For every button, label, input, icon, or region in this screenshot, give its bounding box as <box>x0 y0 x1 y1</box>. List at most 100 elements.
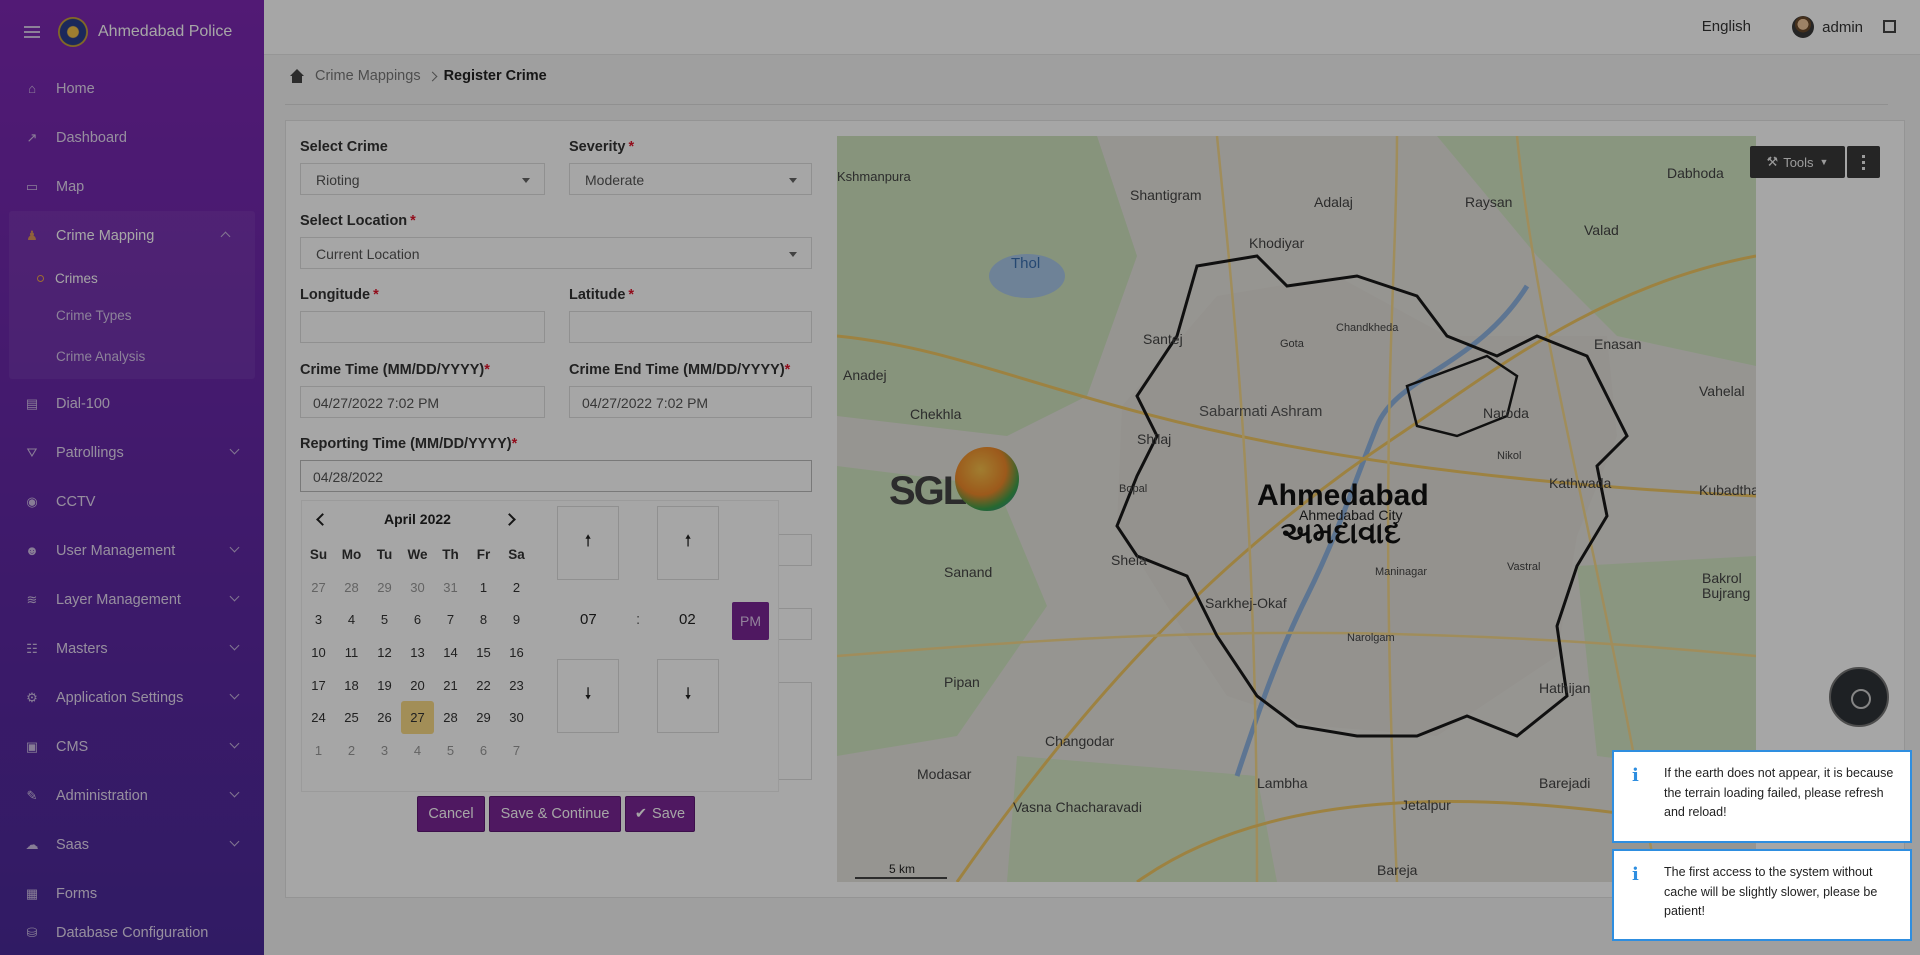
crime-end-time-input[interactable]: 04/27/2022 7:02 PM <box>569 386 812 418</box>
calendar-day[interactable]: 2 <box>500 571 533 604</box>
sidebar-item-home[interactable]: ⌂ Home <box>0 64 264 113</box>
sidebar-item-dial-100[interactable]: ▤ Dial-100 <box>0 379 264 428</box>
sidebar-item-cctv[interactable]: ◉ CCTV <box>0 477 264 526</box>
calendar-day[interactable]: 13 <box>401 636 434 669</box>
calendar-day[interactable]: 1 <box>302 734 335 767</box>
calendar-day[interactable]: 4 <box>401 734 434 767</box>
sidebar-item-label: Forms <box>56 885 98 902</box>
calendar-day[interactable]: 15 <box>467 636 500 669</box>
calendar-day[interactable]: 3 <box>368 734 401 767</box>
home-icon[interactable] <box>289 69 305 83</box>
calendar-day[interactable]: 23 <box>500 669 533 702</box>
hour-value[interactable]: 07 <box>580 611 597 628</box>
sidebar-item-masters[interactable]: ☷ Masters <box>0 624 264 673</box>
place-label: Vasna Chacharavadi <box>1013 799 1142 815</box>
calendar-day[interactable]: 6 <box>401 603 434 636</box>
breadcrumb-parent[interactable]: Crime Mappings <box>315 68 421 84</box>
language-selector[interactable]: English <box>1702 18 1751 35</box>
calendar-day[interactable]: 21 <box>434 669 467 702</box>
calendar-day[interactable]: 17 <box>302 669 335 702</box>
reporting-time-input[interactable]: 04/28/2022 <box>300 460 812 492</box>
calendar-day[interactable]: 18 <box>335 669 368 702</box>
calendar-day[interactable]: 9 <box>500 603 533 636</box>
hour-down-button[interactable]: 🠗 <box>557 659 619 733</box>
hour-up-button[interactable]: 🠕 <box>557 506 619 580</box>
hidden-textarea[interactable] <box>778 682 812 780</box>
latitude-input[interactable] <box>569 311 812 343</box>
notice-terrain[interactable]: i If the earth does not appear, it is be… <box>1612 750 1912 843</box>
minute-up-button[interactable]: 🠕 <box>657 506 719 580</box>
calendar-day[interactable]: 31 <box>434 571 467 604</box>
calendar-day[interactable]: 10 <box>302 636 335 669</box>
calendar-day[interactable]: 14 <box>434 636 467 669</box>
sidebar-item-user-management[interactable]: ☻ User Management <box>0 526 264 575</box>
severity-dropdown[interactable]: Moderate <box>569 163 812 195</box>
select-location-dropdown[interactable]: Current Location <box>300 237 812 269</box>
calendar-day[interactable]: 26 <box>368 701 401 734</box>
crime-time-input[interactable]: 04/27/2022 7:02 PM <box>300 386 545 418</box>
calendar-day[interactable]: 24 <box>302 701 335 734</box>
calendar-day[interactable]: 8 <box>467 603 500 636</box>
calendar-day[interactable]: 7 <box>500 734 533 767</box>
calendar-day[interactable]: 29 <box>467 701 500 734</box>
sidebar-item-dashboard[interactable]: ↗ Dashboard <box>0 113 264 162</box>
compass-icon[interactable] <box>1829 667 1889 727</box>
cancel-button[interactable]: Cancel <box>417 796 485 832</box>
calendar-day[interactable]: 27 <box>302 571 335 604</box>
sidebar-subitem-crimes[interactable]: Crimes <box>9 260 255 297</box>
sidebar-item-map[interactable]: ▭ Map <box>0 162 264 211</box>
calendar-day[interactable]: 30 <box>500 701 533 734</box>
calendar-day[interactable]: 5 <box>434 734 467 767</box>
calendar-day[interactable]: 12 <box>368 636 401 669</box>
sidebar-item-administration[interactable]: ✎ Administration <box>0 771 264 820</box>
notice-cache[interactable]: i The first access to the system without… <box>1612 849 1912 941</box>
calendar-day[interactable]: 1 <box>467 571 500 604</box>
calendar-day[interactable]: 19 <box>368 669 401 702</box>
sidebar-item-cms[interactable]: ▣ CMS <box>0 722 264 771</box>
sidebar-subitem-crime-types[interactable]: Crime Types <box>9 297 255 334</box>
sidebar-item-database-configuration[interactable]: ⛁ Database Configuration <box>0 918 264 948</box>
save-button[interactable]: ✔ Save <box>625 796 695 832</box>
calendar-month-title[interactable]: April 2022 <box>384 511 451 527</box>
fullscreen-icon[interactable] <box>1883 20 1896 33</box>
calendar-day[interactable]: 4 <box>335 603 368 636</box>
calendar-day[interactable]: 30 <box>401 571 434 604</box>
place-label: Valad <box>1584 222 1619 238</box>
calendar-day[interactable]: 22 <box>467 669 500 702</box>
calendar-day[interactable]: 28 <box>335 571 368 604</box>
sidebar-item-crime-mapping[interactable]: ♟ Crime Mapping <box>9 211 255 260</box>
select-crime-dropdown[interactable]: Rioting <box>300 163 545 195</box>
sidebar-item-patrollings[interactable]: ⛛ Patrollings <box>0 428 264 477</box>
hidden-input[interactable] <box>778 534 812 566</box>
calendar-day[interactable]: 5 <box>368 603 401 636</box>
caret-down-icon: ▼ <box>1819 157 1829 167</box>
calendar-day[interactable]: 11 <box>335 636 368 669</box>
sidebar-item-forms[interactable]: ▦ Forms <box>0 869 264 918</box>
map-tools-button[interactable]: ⚒ Tools ▼ <box>1750 146 1845 178</box>
hamburger-icon[interactable] <box>24 26 40 38</box>
calendar-day[interactable]: 29 <box>368 571 401 604</box>
minute-value[interactable]: 02 <box>679 611 696 628</box>
select-location-value: Current Location <box>316 246 420 262</box>
user-menu[interactable]: admin <box>1792 16 1863 38</box>
minute-down-button[interactable]: 🠗 <box>657 659 719 733</box>
calendar-day[interactable]: 6 <box>467 734 500 767</box>
place-label: Thol <box>1011 255 1041 272</box>
calendar-day[interactable]: 2 <box>335 734 368 767</box>
calendar-day[interactable]: 28 <box>434 701 467 734</box>
calendar-day[interactable]: 25 <box>335 701 368 734</box>
meridiem-toggle[interactable]: PM <box>732 602 769 640</box>
save-continue-button[interactable]: Save & Continue <box>489 796 621 832</box>
calendar-day[interactable]: 16 <box>500 636 533 669</box>
sidebar-subitem-crime-analysis[interactable]: Crime Analysis <box>9 334 255 379</box>
calendar-day[interactable]: 7 <box>434 603 467 636</box>
sidebar-item-application-settings[interactable]: ⚙ Application Settings <box>0 673 264 722</box>
calendar-day[interactable]: 20 <box>401 669 434 702</box>
hidden-input[interactable] <box>778 608 812 640</box>
longitude-input[interactable] <box>300 311 545 343</box>
map-more-button[interactable] <box>1847 146 1880 178</box>
sidebar-item-saas[interactable]: ☁ Saas <box>0 820 264 869</box>
calendar-day[interactable]: 3 <box>302 603 335 636</box>
calendar-day-today[interactable]: 27 <box>401 701 434 735</box>
sidebar-item-layer-management[interactable]: ≋ Layer Management <box>0 575 264 624</box>
